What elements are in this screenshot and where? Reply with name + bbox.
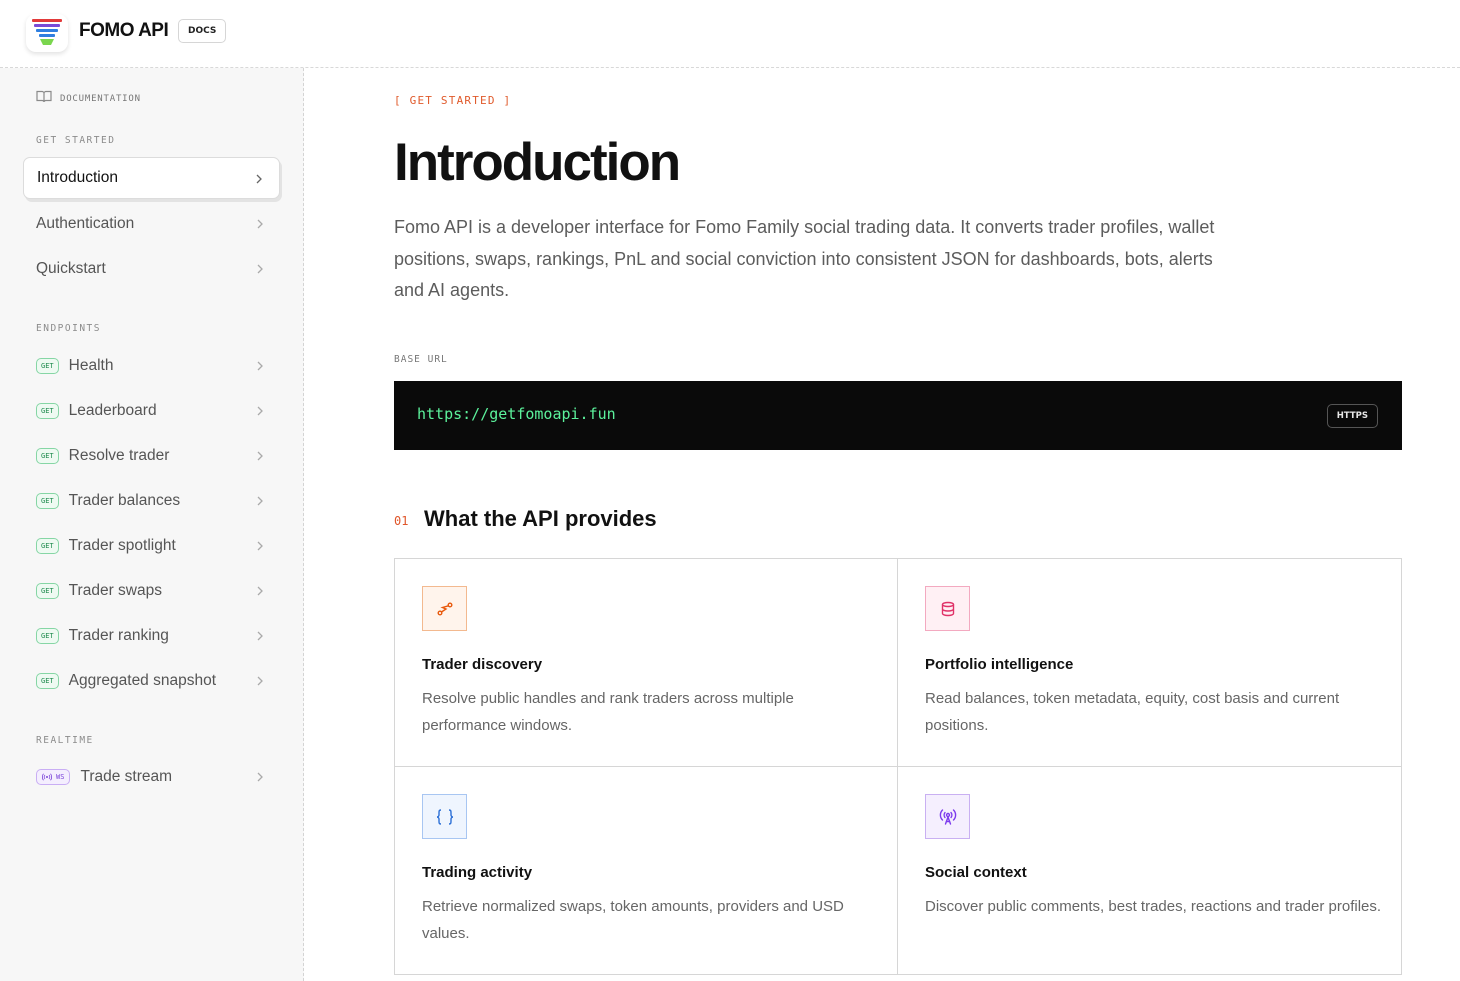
sidebar-item-label: Health xyxy=(68,357,114,374)
sidebar-item-label: Trader swaps xyxy=(68,582,162,599)
method-badge: GET xyxy=(36,538,59,554)
card-title: Trader discovery xyxy=(422,656,543,673)
sidebar-item-quickstart[interactable]: Quickstart xyxy=(23,248,280,290)
braces-icon xyxy=(422,794,467,839)
base-url-value[interactable]: https://getfomoapi.fun xyxy=(417,405,616,423)
sidebar-item-trader-spotlight[interactable]: GET Trader spotlight xyxy=(23,525,280,567)
chevron-right-icon xyxy=(257,264,263,274)
card-title: Trading activity xyxy=(422,864,533,881)
sidebar-item-authentication[interactable]: Authentication xyxy=(23,203,280,245)
route-icon xyxy=(422,586,467,631)
method-badge: GET xyxy=(36,628,59,644)
protocol-badge: HTTPS xyxy=(1326,404,1378,428)
base-url-code-block[interactable]: https://getfomoapi.fun HTTPS xyxy=(394,381,1402,450)
feature-card-trader-discovery: Trader discovery Resolve public handles … xyxy=(395,559,898,767)
chevron-right-icon xyxy=(257,586,263,596)
card-title: Social context xyxy=(925,864,1027,881)
section-number: 01 xyxy=(394,514,409,528)
intro-paragraph: Fomo API is a developer interface for Fo… xyxy=(394,217,1215,300)
chevron-right-icon xyxy=(256,174,262,184)
method-badge: GET xyxy=(36,583,59,599)
feature-card-trading-activity: Trading activity Retrieve normalized swa… xyxy=(395,767,898,975)
brand-name[interactable]: FOMO API xyxy=(79,20,169,42)
card-title: Portfolio intelligence xyxy=(925,656,1074,673)
sidebar-item-aggregated-snapshot[interactable]: GET Aggregated snapshot xyxy=(23,660,280,702)
chevron-right-icon xyxy=(257,772,263,782)
broadcast-icon xyxy=(925,794,970,839)
chevron-right-icon xyxy=(257,219,263,229)
chevron-right-icon xyxy=(257,631,263,641)
chevron-right-icon xyxy=(257,541,263,551)
method-label: WS xyxy=(56,773,65,781)
sidebar-item-label: Trader balances xyxy=(68,492,181,509)
method-badge: GET xyxy=(36,358,59,374)
method-badge: GET xyxy=(36,403,59,419)
sidebar-item-health[interactable]: GET Health xyxy=(23,345,280,387)
sidebar-item-trader-swaps[interactable]: GET Trader swaps xyxy=(23,570,280,612)
section-title-endpoints: ENDPOINTS xyxy=(36,323,101,334)
documentation-header: DOCUMENTATION xyxy=(36,90,141,108)
card-description: Resolve public handles and rank traders … xyxy=(422,690,794,734)
sidebar-item-label: Trade stream xyxy=(80,768,173,785)
sidebar-item-trader-balances[interactable]: GET Trader balances xyxy=(23,480,280,522)
sidebar-item-resolve-trader[interactable]: GET Resolve trader xyxy=(23,435,280,477)
documentation-label: DOCUMENTATION xyxy=(60,94,141,104)
sidebar-item-label: Resolve trader xyxy=(68,447,170,464)
method-badge: GET xyxy=(36,673,59,689)
book-icon xyxy=(36,90,52,108)
sidebar-item-label: Trader spotlight xyxy=(68,537,176,554)
broadcast-icon xyxy=(42,773,52,781)
section-title-realtime: REALTIME xyxy=(36,735,94,746)
sidebar-item-label: Trader ranking xyxy=(68,627,169,644)
sidebar: DOCUMENTATION GET STARTED Introduction A… xyxy=(0,68,304,981)
feature-card-social-context: Social context Discover public comments,… xyxy=(898,767,1401,975)
chevron-right-icon xyxy=(257,451,263,461)
section-title-get-started: GET STARTED xyxy=(36,135,116,146)
fomo-logo[interactable] xyxy=(26,14,68,52)
section-eyebrow: [ GET STARTED ] xyxy=(394,94,512,107)
sidebar-item-label: Introduction xyxy=(37,169,118,186)
database-icon xyxy=(925,586,970,631)
sidebar-item-label: Authentication xyxy=(36,215,135,232)
method-badge: GET xyxy=(36,493,59,509)
sidebar-item-leaderboard[interactable]: GET Leaderboard xyxy=(23,390,280,432)
docs-badge: DOCS xyxy=(178,19,227,43)
sidebar-item-label: Leaderboard xyxy=(68,402,157,419)
sidebar-item-label: Aggregated snapshot xyxy=(68,672,217,689)
chevron-right-icon xyxy=(257,406,263,416)
section-title: What the API provides xyxy=(424,506,657,531)
card-description: Retrieve normalized swaps, token amounts… xyxy=(422,898,844,942)
feature-card-portfolio-intelligence: Portfolio intelligence Read balances, to… xyxy=(898,559,1401,767)
card-description: Discover public comments, best trades, r… xyxy=(925,898,1382,915)
sidebar-item-introduction[interactable]: Introduction xyxy=(23,157,280,199)
feature-grid: Trader discovery Resolve public handles … xyxy=(394,558,1402,975)
method-badge-ws: WS xyxy=(36,769,71,785)
chevron-right-icon xyxy=(257,361,263,371)
top-bar: FOMO API DOCS xyxy=(0,0,1460,68)
chevron-right-icon xyxy=(257,676,263,686)
method-badge: GET xyxy=(36,448,59,464)
chevron-right-icon xyxy=(257,496,263,506)
sidebar-item-label: Quickstart xyxy=(36,260,106,277)
base-url-label: BASE URL xyxy=(394,354,448,365)
page-title: Introduction xyxy=(394,133,681,192)
sidebar-item-trade-stream[interactable]: WS Trade stream xyxy=(23,756,280,798)
sidebar-item-trader-ranking[interactable]: GET Trader ranking xyxy=(23,615,280,657)
card-description: Read balances, token metadata, equity, c… xyxy=(925,690,1340,734)
